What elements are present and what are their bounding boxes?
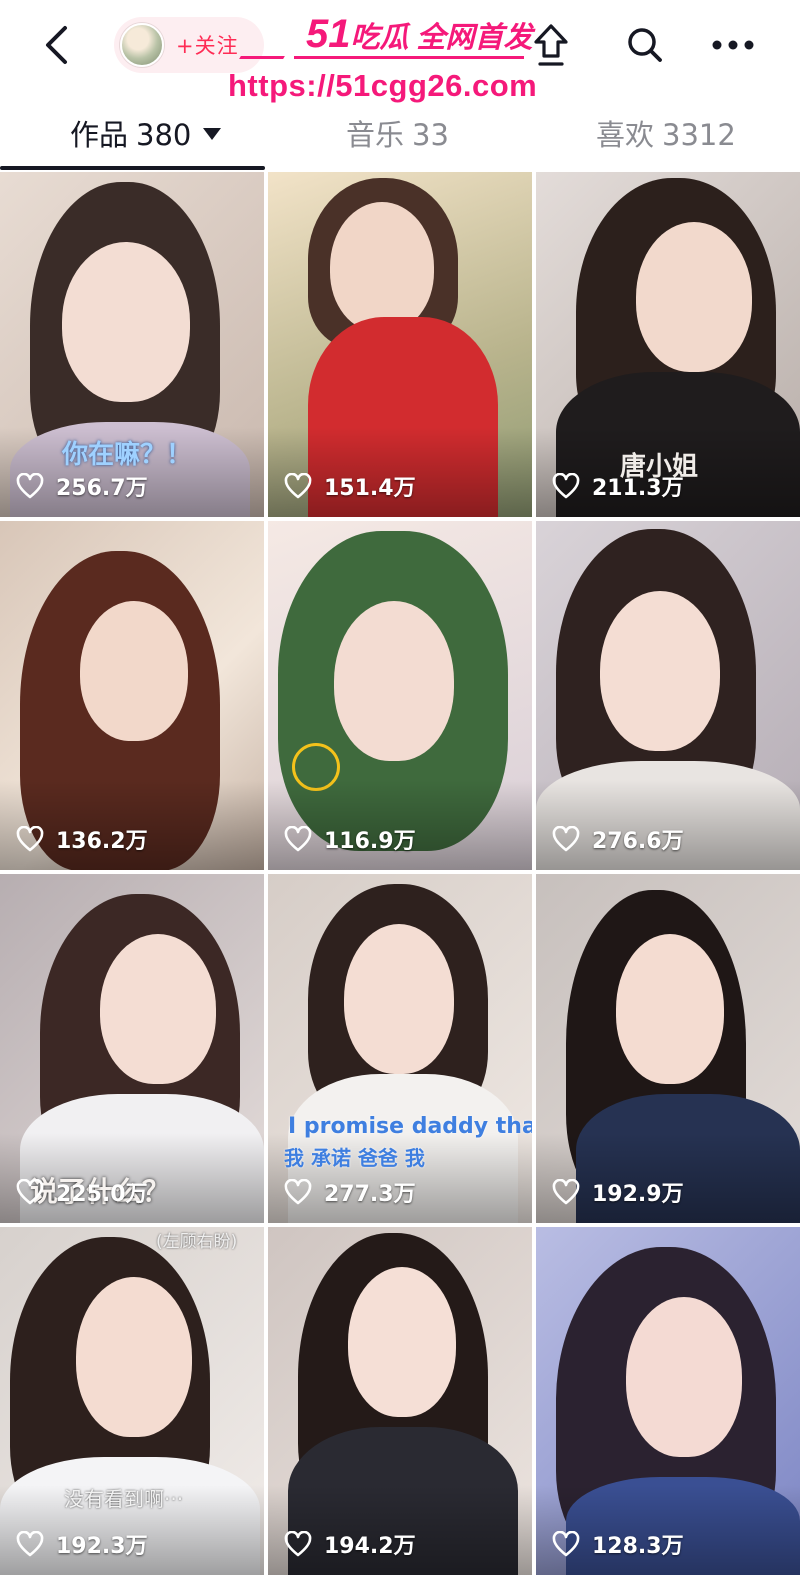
top-bar: +关注 (0, 0, 800, 92)
video-thumbnail[interactable]: 你在嘛？！ 256.7万 (0, 172, 264, 517)
video-thumbnail[interactable]: 128.3万 (536, 1227, 800, 1575)
profile-tabs: 作品 380 音乐 33 喜欢 3312 (0, 100, 800, 170)
heart-icon (284, 473, 312, 499)
search-button[interactable] (622, 22, 668, 68)
heart-icon (552, 473, 580, 499)
like-count: 211.3万 (552, 469, 684, 503)
heart-icon (284, 1179, 312, 1205)
tab-music[interactable]: 音乐 33 (346, 112, 449, 154)
follow-button[interactable]: +关注 (114, 17, 264, 73)
heart-icon (552, 1179, 580, 1205)
like-count: 192.9万 (552, 1175, 684, 1209)
video-thumbnail[interactable]: 唐小姐 211.3万 (536, 172, 800, 517)
video-thumbnail[interactable]: 说了什么？ 225.0万 (0, 874, 264, 1223)
share-icon (534, 24, 568, 66)
video-thumbnail[interactable]: (左顾右盼) 没有看到啊··· 192.3万 (0, 1227, 264, 1575)
like-count: 151.4万 (284, 469, 416, 503)
video-thumbnail[interactable]: 192.9万 (536, 874, 800, 1223)
video-thumbnail[interactable]: 136.2万 (0, 521, 264, 870)
heart-icon (16, 1179, 44, 1205)
heart-icon (16, 1531, 44, 1557)
follow-label: +关注 (176, 34, 239, 58)
heart-icon (284, 1531, 312, 1557)
caret-down-icon (203, 128, 222, 140)
tab-works[interactable]: 作品 380 (70, 112, 222, 154)
like-count: 225.0万 (16, 1175, 148, 1209)
tab-likes[interactable]: 喜欢 3312 (596, 112, 736, 154)
video-caption-translation: 我 承诺 爸爸 我 (284, 1146, 425, 1170)
share-button[interactable] (528, 20, 574, 70)
heart-icon (284, 826, 312, 852)
like-count: 194.2万 (284, 1527, 416, 1561)
video-caption: I promise daddy that (288, 1114, 532, 1139)
video-caption: 你在嘛？！ (62, 440, 193, 470)
more-icon (712, 40, 754, 50)
back-icon (46, 26, 67, 64)
like-count: 277.3万 (284, 1175, 416, 1209)
video-thumbnail[interactable]: 276.6万 (536, 521, 800, 870)
back-button[interactable] (34, 22, 80, 68)
like-count: 192.3万 (16, 1527, 148, 1561)
heart-icon (552, 826, 580, 852)
like-count: 116.9万 (284, 822, 416, 856)
more-button[interactable] (708, 22, 758, 68)
video-caption-top: (左顾右盼) (156, 1232, 238, 1252)
video-thumbnail[interactable]: 194.2万 (268, 1227, 532, 1575)
search-icon (628, 28, 662, 62)
heart-icon (16, 473, 44, 499)
video-grid: 你在嘛？！ 256.7万 151.4万 唐小姐 211.3万 136.2万 11… (0, 172, 800, 1575)
avatar[interactable] (120, 23, 164, 67)
heart-icon (552, 1531, 580, 1557)
video-thumbnail[interactable]: 151.4万 (268, 172, 532, 517)
video-thumbnail[interactable]: 116.9万 (268, 521, 532, 870)
video-caption: 没有看到啊··· (64, 1487, 184, 1511)
like-count: 276.6万 (552, 822, 684, 856)
like-count: 128.3万 (552, 1527, 684, 1561)
like-count: 256.7万 (16, 469, 148, 503)
active-tab-indicator (0, 166, 265, 170)
video-thumbnail[interactable]: I promise daddy that 我 承诺 爸爸 我 277.3万 (268, 874, 532, 1223)
heart-icon (16, 826, 44, 852)
like-count: 136.2万 (16, 822, 148, 856)
